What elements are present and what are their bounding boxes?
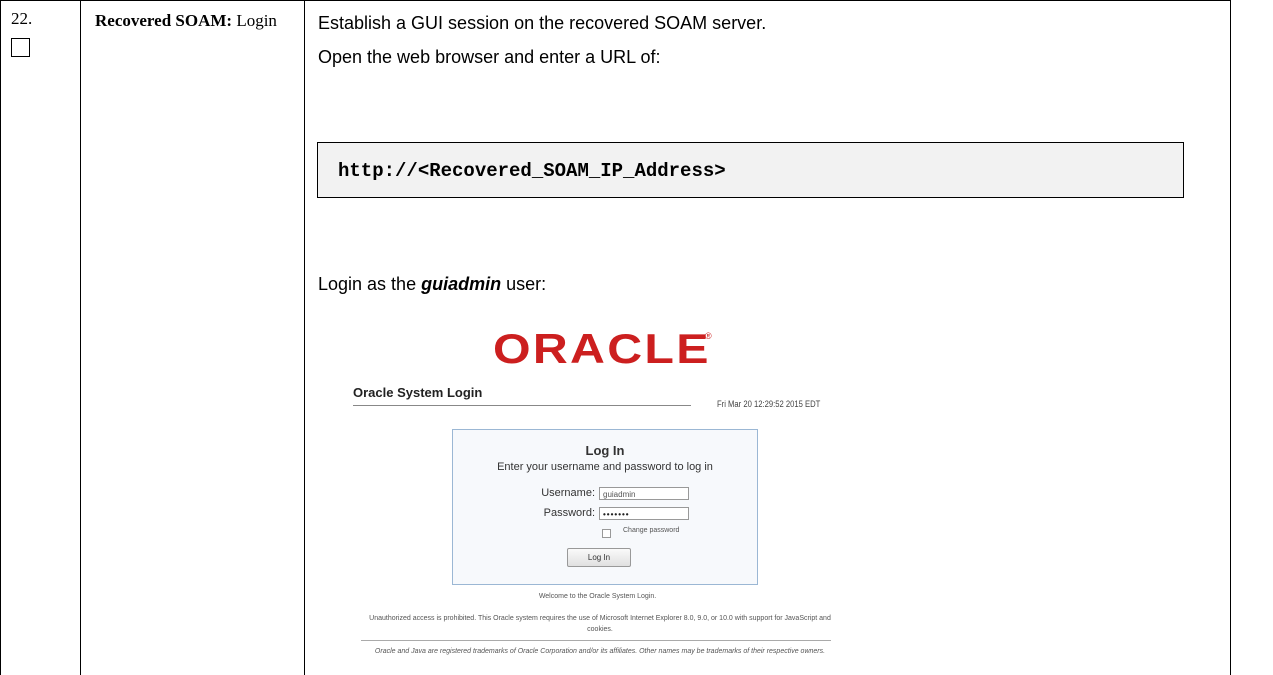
system-login-title: Oracle System Login	[353, 385, 483, 400]
table-border-col1	[80, 0, 81, 675]
login-box: Log In Enter your username and password …	[452, 429, 758, 585]
registered-mark: ®	[705, 331, 712, 341]
username-label: Username:	[541, 487, 595, 499]
login-instruction: Login as the guiadmin user:	[318, 273, 546, 295]
login-box-title: Log In	[585, 443, 625, 458]
oracle-logo: ORACLE ®	[493, 325, 713, 373]
change-password-label: Change password	[623, 527, 680, 534]
table-top-border	[0, 0, 1231, 1]
password-field[interactable]: •••••••	[599, 507, 689, 520]
step-title-rest: Login	[232, 11, 277, 30]
welcome-text: Welcome to the Oracle System Login.	[538, 593, 657, 600]
table-border-right	[1230, 0, 1231, 675]
step-title: Recovered SOAM: Login	[95, 9, 295, 32]
login-suffix: user:	[501, 274, 547, 294]
login-user: guiadmin	[421, 274, 502, 294]
unauthorized-notice: Unauthorized access is prohibited. This …	[369, 615, 831, 633]
step-number: 22.	[11, 9, 33, 28]
table-border-left	[0, 0, 1, 675]
password-label: Password:	[543, 507, 595, 519]
instruction-line-2: Open the web browser and enter a URL of:	[318, 47, 661, 67]
oracle-logo-text: ORACLE	[493, 325, 711, 372]
login-datetime: Fri Mar 20 12:29:52 2015 EDT	[717, 399, 821, 409]
procedure-table: 22. Recovered SOAM: Login Establish a GU…	[0, 0, 1273, 675]
url-code-box: http://<Recovered_SOAM_IP_Address>	[317, 142, 1184, 198]
url-code: http://<Recovered_SOAM_IP_Address>	[338, 160, 726, 182]
table-border-col2	[304, 0, 305, 675]
login-box-subtitle: Enter your username and password to log …	[497, 461, 713, 473]
login-prefix: Login as the	[318, 274, 422, 294]
title-rule	[353, 405, 691, 406]
step-title-bold: Recovered SOAM:	[95, 11, 233, 30]
trademark-notice: Oracle and Java are registered trademark…	[374, 648, 826, 655]
step-checkbox[interactable]	[11, 38, 30, 57]
instruction-line-1: Establish a GUI session on the recovered…	[318, 13, 767, 33]
change-password-checkbox[interactable]	[602, 529, 611, 538]
username-field[interactable]: guiadmin	[599, 487, 689, 500]
login-button[interactable]: Log In	[567, 548, 631, 567]
footer-rule	[361, 640, 831, 641]
login-screenshot: ORACLE ® Oracle System Login Fri Mar 20 …	[345, 315, 850, 675]
